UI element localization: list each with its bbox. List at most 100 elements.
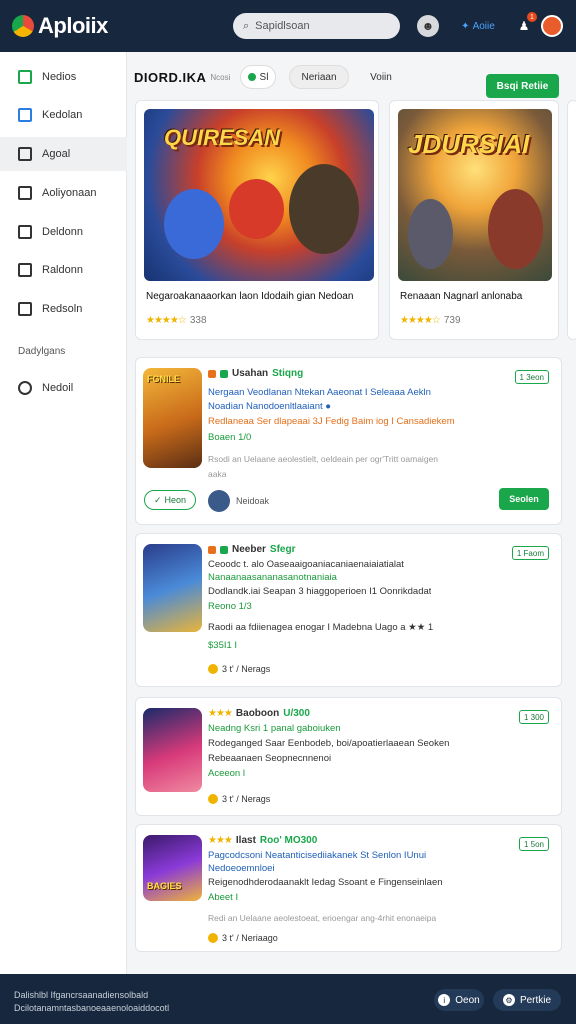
sidebar-item-kedolan[interactable]: Kedolan xyxy=(0,98,127,132)
card-line: Abeet I xyxy=(208,892,239,903)
sidebar: Nedios Kedolan Agoal Aoliyonaan Deldonn … xyxy=(0,52,127,974)
card-footer-text: 3 t' / Nerags xyxy=(222,794,271,804)
card-title-text: Neeber xyxy=(232,544,266,555)
list-item[interactable]: Neeber Sfegr 1 Faom Ceoodc t. alo Oaseaa… xyxy=(135,533,562,687)
card-line: Reigenodhderodaanaklt Iedag Ssoant e Fin… xyxy=(208,877,443,888)
card-title: ★★★ Baoboon U/300 xyxy=(208,708,310,719)
card-line: Raodi aa fdiienagea enogar I Madebna Uag… xyxy=(208,622,434,633)
status-dot-icon xyxy=(247,73,256,81)
book-icon xyxy=(18,302,32,316)
card-description: aaka xyxy=(208,469,227,479)
card-line: Pagcodcsoni Neatanticisediiakanek St Sen… xyxy=(208,850,427,861)
follow-button[interactable]: ✓ Heon xyxy=(144,490,196,510)
featured-card[interactable]: QUIRESAN Negaroakanaaorkan laon Idodaih … xyxy=(135,100,379,340)
clock-icon xyxy=(18,381,32,395)
featured-title: Renaaan Nagnarl anlonaba xyxy=(400,291,523,302)
rating-count: 338 xyxy=(189,315,207,326)
puzzle-icon: ✦ xyxy=(461,20,470,32)
app-thumbnail: BAGIES xyxy=(143,835,202,901)
search-input[interactable]: ⌕ Sapidlsoan xyxy=(233,13,400,39)
sidebar-item-aoliyonaan[interactable]: Aoliyonaan xyxy=(0,176,127,210)
footer-button-open[interactable]: i Oeon xyxy=(434,989,484,1011)
character-image xyxy=(289,164,359,254)
author-name[interactable]: Neidoak xyxy=(236,496,269,506)
notification-badge: 1 xyxy=(527,12,537,22)
sidebar-item-nedoil[interactable]: Nedoil xyxy=(0,371,127,405)
card-title-text: Baoboon xyxy=(235,708,280,719)
sidebar-item-agoal[interactable]: Agoal xyxy=(0,137,127,171)
card-footer-text: 3 t' / Neriaago xyxy=(222,933,278,943)
sidebar-item-redsoln[interactable]: Redsoln xyxy=(0,292,127,326)
card-footer: 3 t' / Nerags xyxy=(208,664,270,674)
category-icon xyxy=(208,369,216,378)
footer-text: Dcilotanamntasbanoeaaenoloaiddocotl xyxy=(14,1003,170,1013)
filter-chip-view[interactable]: Voiin xyxy=(359,65,403,89)
card-title: Neeber Sfegr xyxy=(208,544,295,555)
chip-label: Sl xyxy=(259,71,269,83)
card-footer: 3 t' / Nerags xyxy=(208,794,270,804)
list-item[interactable]: FGNILE Usahan Stiqng 1 3eon Nergaan Veod… xyxy=(135,357,562,525)
avatar[interactable] xyxy=(208,490,230,512)
card-line: Dodlandk.iai Seapan 3 hiaggoperioen I1 O… xyxy=(208,586,432,597)
character-image xyxy=(488,189,543,269)
filter-chip-status[interactable]: Sl xyxy=(240,65,276,89)
sub-header: DIORD.IKA Ncosi Sl Neriaan Voiin Bsqi Re… xyxy=(134,62,576,98)
card-title: ★★★ Ilast Roo' MO300 xyxy=(208,835,317,846)
character-image xyxy=(408,199,453,269)
card-description: Rsodi an Uelaane aeolestielt, oeldeain p… xyxy=(208,454,439,464)
coin-icon xyxy=(208,664,218,674)
featured-card-peek[interactable] xyxy=(567,100,576,340)
app-logo[interactable]: Aploiix xyxy=(12,13,108,39)
user-menu-button[interactable]: ✦ Aoiie xyxy=(454,15,502,37)
grid-icon xyxy=(18,70,32,84)
status-badge: 1 300 xyxy=(518,710,549,724)
card-title-text: Ilast xyxy=(235,835,256,846)
category-icon xyxy=(220,369,228,378)
card-line: Rebeaanaen Seopnecnnenoi xyxy=(208,753,332,764)
apps-icon xyxy=(18,186,32,200)
notification-bell-icon[interactable]: ♟ 1 xyxy=(513,12,537,37)
rating: ★★★★☆ 338 xyxy=(146,315,207,326)
list-item[interactable]: ★★★ Baoboon U/300 1 300 Neadng Ksri 1 pa… xyxy=(135,697,562,816)
featured-card[interactable]: JDURSIAI Renaaan Nagnarl anlonaba ★★★★☆ … xyxy=(389,100,559,340)
star-rating-icon: ★★★★☆ xyxy=(400,315,441,326)
info-icon: i xyxy=(438,994,451,1006)
puzzle-icon xyxy=(18,147,32,161)
thumbnail-label: FGNILE xyxy=(147,374,180,384)
sidebar-section-heading: Dadylgans xyxy=(18,346,66,357)
sidebar-item-raldonn[interactable]: Raldonn xyxy=(0,253,127,287)
card-line: Nedoeoemnloei xyxy=(208,863,275,874)
check-icon: ✓ xyxy=(153,494,162,505)
page-title: DIORD.IKA xyxy=(134,69,207,85)
avatar[interactable] xyxy=(541,15,563,37)
install-button[interactable]: Seolen xyxy=(499,488,549,510)
rating: ★★★★☆ 739 xyxy=(400,315,461,326)
category-icon xyxy=(208,545,216,554)
sidebar-item-label: Kedolan xyxy=(42,109,83,121)
card-line: Redlaneaa Ser dlapeaai 3J Fedig Baim iog… xyxy=(208,416,455,427)
sidebar-item-label: Deldonn xyxy=(42,226,83,238)
character-image xyxy=(164,189,224,259)
sidebar-item-label: Redsoln xyxy=(42,303,83,315)
list-item[interactable]: BAGIES ★★★ Ilast Roo' MO300 1 5on Pagcod… xyxy=(135,824,562,952)
footer-button-label: Oeon xyxy=(455,994,480,1006)
filter-chip-category[interactable]: Neriaan xyxy=(289,65,349,89)
card-line: $35I1 I xyxy=(208,640,238,651)
page-subtitle: Ncosi xyxy=(210,72,231,82)
star-rating-icon: ★★★ xyxy=(208,708,233,719)
lock-icon xyxy=(18,263,32,277)
card-line: Noadian Nanodoenltlaaiant ● xyxy=(208,401,331,412)
sidebar-item-deldonn[interactable]: Deldonn xyxy=(0,215,127,249)
emoji-icon[interactable]: ☻ xyxy=(417,15,439,37)
app-title: Aploiix xyxy=(38,13,108,38)
thumbnail-label: BAGIES xyxy=(147,881,182,891)
primary-action-button[interactable]: Bsqi Retiie xyxy=(486,74,559,98)
star-rating-icon: ★★★★☆ xyxy=(146,315,187,326)
status-badge: 1 3eon xyxy=(514,370,549,384)
card-line: Reono 1/3 xyxy=(208,601,252,612)
coin-icon xyxy=(208,933,218,943)
footer-button-profile[interactable]: ⚙ Pertkie xyxy=(493,989,561,1011)
top-bar: Aploiix ⌕ Sapidlsoan ☻ ✦ Aoiie ♟ 1 xyxy=(0,0,576,52)
logo-icon xyxy=(12,15,34,37)
sidebar-item-nedios[interactable]: Nedios xyxy=(0,60,127,94)
